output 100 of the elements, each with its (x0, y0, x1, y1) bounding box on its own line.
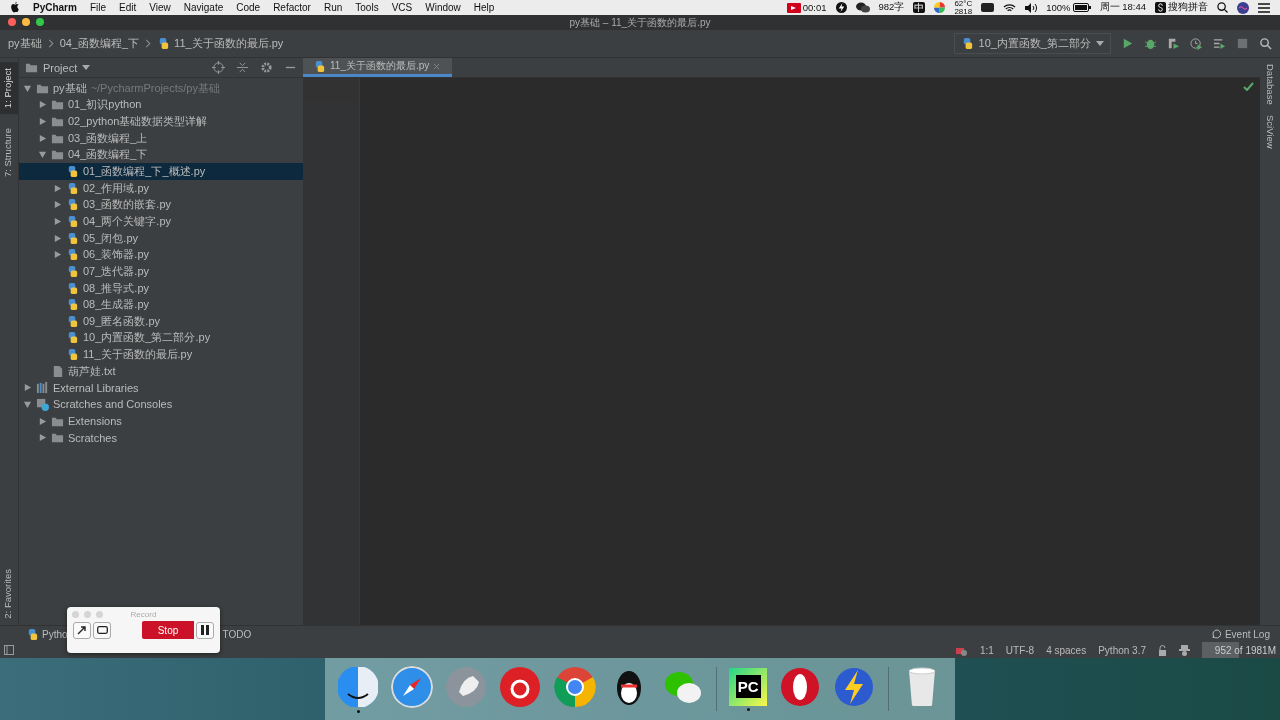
music-app-icon[interactable] (499, 665, 542, 708)
tree-item[interactable]: 03_函数的嵌套.py (19, 196, 303, 214)
expand-arrow-icon[interactable] (53, 233, 62, 243)
browser-icon[interactable] (553, 665, 596, 708)
tree-item[interactable]: 04_函数编程_下 (19, 146, 303, 164)
battery-icon[interactable] (1072, 3, 1091, 12)
menubar-text[interactable]: 周一 18:44 (1099, 1, 1146, 14)
face-icon[interactable] (337, 665, 380, 708)
pause-button[interactable] (196, 621, 214, 639)
settings-icon[interactable] (260, 61, 273, 74)
expand-arrow-icon[interactable] (23, 383, 32, 393)
expand-arrow-icon[interactable] (38, 117, 47, 127)
tree-item[interactable]: Extensions (19, 412, 303, 430)
wifi-icon[interactable] (1003, 2, 1017, 13)
caret-position[interactable]: 1:1 (979, 644, 994, 656)
breadcrumb[interactable]: 04_函数编程_下 (59, 36, 140, 51)
tree-item[interactable]: 01_初识python (19, 96, 303, 114)
panel-toggle-icon[interactable] (4, 645, 14, 655)
tool-window-tab[interactable]: Pytho (26, 627, 68, 641)
profile-icon[interactable] (1190, 37, 1203, 50)
tree-item[interactable]: 葫芦娃.txt (19, 362, 303, 380)
input-method-icon[interactable] (1155, 2, 1166, 13)
opera-logo-icon[interactable] (779, 665, 822, 708)
menu-item[interactable]: Help (473, 2, 495, 13)
breadcrumb[interactable]: 11_关于函数的最后.py (157, 36, 284, 51)
padlock-icon[interactable] (1158, 644, 1167, 656)
tree-item[interactable]: 03_函数编程_上 (19, 129, 303, 147)
tool-window-tab[interactable]: TODO (222, 628, 252, 640)
tree-item[interactable]: Scratches and Consoles (19, 396, 303, 413)
app-menu[interactable]: PyCharm (33, 2, 77, 13)
rectangle-tool-button[interactable] (93, 621, 111, 639)
pointer-tool-button[interactable] (73, 621, 91, 639)
tree-item[interactable]: 02_作用域.py (19, 179, 303, 197)
caret-icon[interactable] (82, 65, 91, 70)
apple-logo-icon[interactable] (10, 2, 20, 13)
tool-window-tab[interactable]: 7: Structure (0, 122, 18, 184)
volume-icon[interactable] (1025, 2, 1038, 13)
tree-item[interactable]: 06_装饰器.py (19, 246, 303, 264)
chat-bubbles-icon[interactable] (855, 2, 870, 13)
expand-arrow-icon[interactable] (38, 100, 47, 110)
run-icon[interactable] (1121, 37, 1134, 50)
tool-window-tab[interactable]: SciView (1264, 114, 1276, 149)
tool-window-tab[interactable]: 1: Project (0, 62, 18, 115)
zoom-button[interactable] (36, 18, 44, 26)
indent-setting[interactable]: 4 spaces (1046, 644, 1087, 656)
close-icon[interactable] (433, 62, 441, 70)
expand-arrow-icon[interactable] (53, 216, 62, 226)
tree-item[interactable]: 05_闭包.py (19, 229, 303, 247)
panel-title[interactable]: Project (43, 61, 78, 74)
interpreter[interactable]: Python 3.7 (1098, 644, 1146, 656)
close-button[interactable] (8, 18, 16, 26)
menu-item[interactable]: Run (323, 2, 343, 13)
breadcrumb[interactable]: py基础 (8, 36, 42, 51)
menu-item[interactable]: Edit (119, 2, 137, 13)
notification-list-icon[interactable] (1258, 2, 1270, 13)
menu-item[interactable]: View (149, 2, 171, 13)
tree-item[interactable]: 09_匿名函数.py (19, 312, 303, 330)
menu-item[interactable]: Code (236, 2, 261, 13)
menu-item[interactable]: Window (425, 2, 461, 13)
tool-window-tab[interactable]: 2: Favorites (0, 563, 18, 625)
menubar-text[interactable]: 982字 (878, 1, 905, 14)
minimize-button[interactable] (22, 18, 30, 26)
expand-arrow-icon[interactable] (23, 83, 32, 93)
expand-arrow-icon[interactable] (53, 183, 62, 193)
stop-button[interactable]: Stop (142, 621, 194, 639)
lightning-icon[interactable] (833, 665, 876, 708)
video-camera-icon[interactable] (786, 2, 801, 13)
expand-arrow-icon[interactable] (38, 150, 47, 160)
coverage-icon[interactable] (1167, 37, 1180, 50)
pycharm-app-icon[interactable]: PC (729, 667, 768, 706)
tree-item[interactable]: 08_推导式.py (19, 279, 303, 297)
siri-icon[interactable] (1237, 1, 1249, 14)
expand-arrow-icon[interactable] (38, 416, 47, 426)
event-log-tab[interactable]: Event Log (1211, 628, 1270, 640)
bolt-icon[interactable] (835, 2, 847, 13)
tree-item[interactable]: 07_迭代器.py (19, 263, 303, 280)
menu-item[interactable]: Navigate (183, 2, 224, 13)
inspector-icon[interactable] (1179, 644, 1190, 656)
compass-icon[interactable] (391, 665, 434, 708)
expand-arrow-icon[interactable] (53, 200, 62, 210)
expand-arrow-icon[interactable] (38, 433, 47, 443)
display-icon[interactable] (981, 3, 995, 12)
debug-icon[interactable] (1144, 37, 1157, 50)
file-encoding[interactable]: UTF-8 (1005, 644, 1035, 656)
expand-arrow-icon[interactable] (53, 250, 62, 260)
tree-item[interactable]: 08_生成器.py (19, 296, 303, 313)
tree-item[interactable]: 10_内置函数_第二部分.py (19, 329, 303, 347)
menu-item[interactable]: Tools (355, 2, 379, 13)
menu-item[interactable]: VCS (391, 2, 413, 13)
tree-item[interactable]: 02_python基础数据类型详解 (19, 113, 303, 130)
target-icon[interactable] (212, 61, 225, 74)
tree-item[interactable]: 11_关于函数的最后.py (19, 346, 303, 363)
collapse-all-icon[interactable] (236, 61, 249, 74)
search-icon[interactable] (1217, 2, 1228, 13)
expand-arrow-icon[interactable] (38, 133, 47, 143)
temperature-reading[interactable]: 62°C 2818 (954, 0, 973, 15)
concurrency-icon[interactable] (1213, 37, 1226, 50)
tree-item[interactable]: 04_两个关键字.py (19, 213, 303, 230)
tree-item[interactable]: Scratches (19, 429, 303, 447)
tree-item[interactable]: External Libraries (19, 379, 303, 397)
